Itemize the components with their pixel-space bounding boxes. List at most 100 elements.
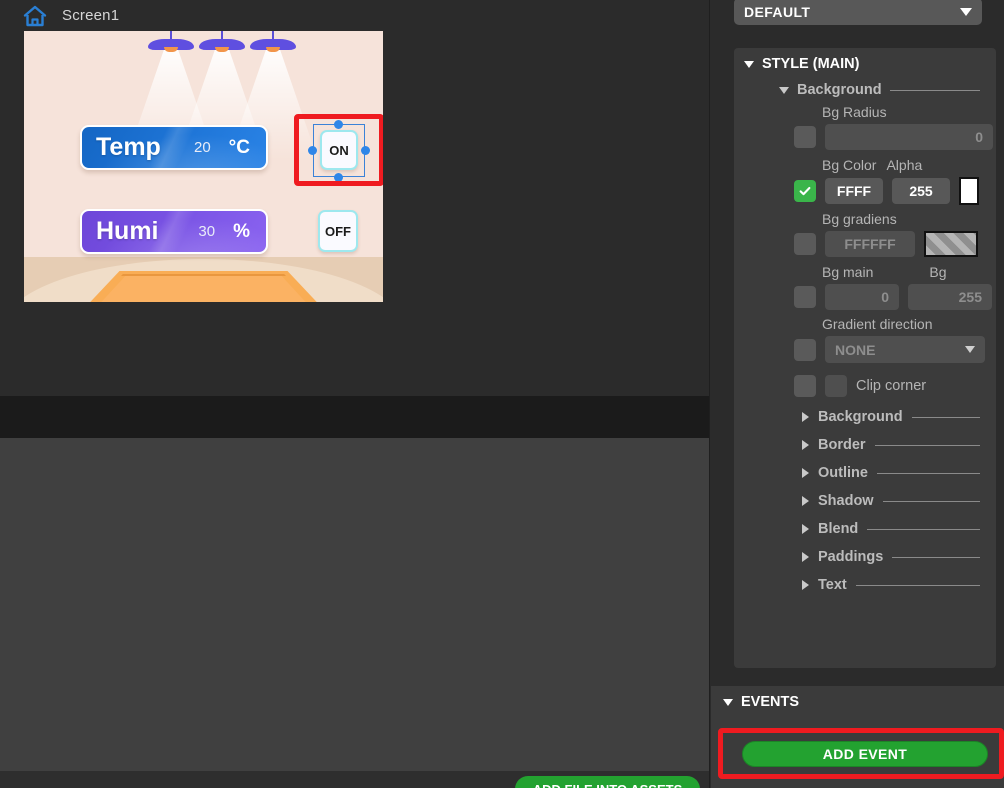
- style-section: STYLE (MAIN) Background Bg Radius 0 Bg C…: [734, 48, 996, 668]
- divider-line: [867, 529, 980, 530]
- lower-panel: [0, 438, 709, 771]
- gradient-direction-enable-checkbox[interactable]: [794, 339, 816, 361]
- collapsed-sections-list: Background Border Outline Shadow Blend Paddin…: [734, 409, 996, 593]
- collapsed-section-outline[interactable]: Outline: [802, 465, 996, 481]
- bg-second-label: Bg: [929, 264, 946, 280]
- triangle-down-icon: [744, 61, 754, 68]
- divider-line: [892, 557, 980, 558]
- resize-handle-top[interactable]: [334, 120, 343, 129]
- divider-line: [877, 473, 980, 474]
- bg-gradiens-swatch[interactable]: [924, 231, 978, 257]
- style-section-title: STYLE (MAIN): [762, 56, 859, 72]
- collapsed-section-label: Background: [818, 409, 903, 425]
- collapsed-section-shadow[interactable]: Shadow: [802, 493, 996, 509]
- bg-main-enable-checkbox[interactable]: [794, 286, 816, 308]
- bg-color-swatch[interactable]: [959, 177, 979, 205]
- triangle-right-icon: [802, 496, 809, 506]
- events-section-title: EVENTS: [741, 694, 799, 710]
- collapsed-section-label: Border: [818, 437, 866, 453]
- collapsed-section-text[interactable]: Text: [802, 577, 996, 593]
- events-section-header[interactable]: EVENTS: [711, 686, 1004, 710]
- divider-line: [875, 445, 980, 446]
- bg-radius-row: 0: [794, 124, 996, 150]
- bg-main-input[interactable]: 0: [825, 284, 899, 310]
- bg-main-row: 0 255: [794, 284, 996, 310]
- gradient-direction-select[interactable]: NONE: [825, 336, 985, 363]
- bg-radius-label: Bg Radius: [822, 104, 996, 120]
- collapsed-section-border[interactable]: Border: [802, 437, 996, 453]
- background-subsection-title: Background: [797, 82, 882, 98]
- bg-color-row: FFFF 255: [794, 177, 996, 205]
- triangle-right-icon: [802, 552, 809, 562]
- state-select-value: DEFAULT: [744, 4, 810, 20]
- temp-unit: °C: [229, 137, 250, 159]
- add-file-into-assets-button[interactable]: ADD FILE INTO ASSETS: [515, 776, 700, 788]
- humi-value: 30: [198, 223, 215, 240]
- collapsed-section-label: Shadow: [818, 493, 874, 509]
- resize-handle-right[interactable]: [361, 146, 370, 155]
- bg-gradiens-label: Bg gradiens: [822, 211, 996, 227]
- resize-handle-left[interactable]: [308, 146, 317, 155]
- bg-color-input[interactable]: FFFF: [825, 178, 883, 204]
- temp-value: 20: [194, 139, 211, 156]
- temp-label: Temp: [96, 133, 161, 162]
- editor-area: Screen1 Temp 20 °C: [0, 0, 709, 788]
- app-root: Screen1 Temp 20 °C: [0, 0, 1004, 788]
- clip-corner-row: Clip corner: [794, 375, 996, 397]
- collapsed-section-blend[interactable]: Blend: [802, 521, 996, 537]
- inspector-panel: DEFAULT STYLE (MAIN) Background Bg Radiu…: [709, 0, 1004, 788]
- bg-main-labels: Bg main Bg: [822, 264, 996, 280]
- triangle-down-icon: [779, 87, 789, 94]
- bg-color-labels: Bg Color Alpha: [822, 157, 996, 173]
- chevron-down-icon: [960, 8, 972, 16]
- timeline-band: [0, 396, 709, 438]
- bg-radius-enable-checkbox[interactable]: [794, 126, 816, 148]
- humi-unit: %: [233, 221, 250, 243]
- resize-handle-bottom[interactable]: [334, 173, 343, 182]
- events-section: EVENTS ADD EVENT: [711, 686, 1004, 788]
- bg-radius-input[interactable]: 0: [825, 124, 993, 150]
- divider-line: [890, 90, 980, 91]
- collapsed-section-label: Paddings: [818, 549, 883, 565]
- triangle-right-icon: [802, 412, 809, 422]
- chevron-down-icon: [965, 346, 975, 353]
- divider-line: [856, 585, 980, 586]
- triangle-right-icon: [802, 468, 809, 478]
- collapsed-section-label: Text: [818, 577, 847, 593]
- collapsed-section-label: Blend: [818, 521, 858, 537]
- editor-topbar: Screen1: [0, 0, 709, 31]
- divider-line: [883, 501, 980, 502]
- bg-gradiens-input[interactable]: FFFFFF: [825, 231, 915, 257]
- gradient-direction-row: NONE: [794, 336, 996, 363]
- home-icon[interactable]: [22, 4, 48, 28]
- state-select[interactable]: DEFAULT: [734, 0, 982, 25]
- gradient-direction-value: NONE: [835, 342, 875, 358]
- alpha-label: Alpha: [886, 157, 922, 173]
- selection-rectangle: [313, 124, 365, 177]
- bg-second-input[interactable]: 255: [908, 284, 992, 310]
- humi-widget[interactable]: Humi 30 %: [80, 209, 268, 254]
- clip-corner-checkbox[interactable]: [825, 375, 847, 397]
- collapsed-section-label: Outline: [818, 465, 868, 481]
- triangle-right-icon: [802, 524, 809, 534]
- clip-corner-enable-checkbox[interactable]: [794, 375, 816, 397]
- triangle-right-icon: [802, 580, 809, 590]
- off-button[interactable]: OFF: [318, 210, 358, 252]
- screen-title: Screen1: [62, 7, 119, 24]
- add-event-button[interactable]: ADD EVENT: [742, 741, 988, 767]
- triangle-down-icon: [723, 699, 733, 706]
- bg-alpha-input[interactable]: 255: [892, 178, 950, 204]
- bg-color-enable-checkbox[interactable]: [794, 180, 816, 202]
- bg-color-label: Bg Color: [822, 157, 876, 173]
- background-subsection-header[interactable]: Background: [779, 82, 996, 98]
- gradient-direction-label: Gradient direction: [822, 316, 996, 332]
- humi-label: Humi: [96, 217, 159, 246]
- collapsed-section-paddings[interactable]: Paddings: [802, 549, 996, 565]
- style-section-header[interactable]: STYLE (MAIN): [734, 48, 996, 76]
- divider-line: [912, 417, 980, 418]
- preview-canvas[interactable]: Temp 20 °C Humi 30 % ON OFF: [24, 31, 383, 302]
- bg-main-label: Bg main: [822, 264, 873, 280]
- collapsed-section-background[interactable]: Background: [802, 409, 996, 425]
- bg-gradiens-enable-checkbox[interactable]: [794, 233, 816, 255]
- temp-widget[interactable]: Temp 20 °C: [80, 125, 268, 170]
